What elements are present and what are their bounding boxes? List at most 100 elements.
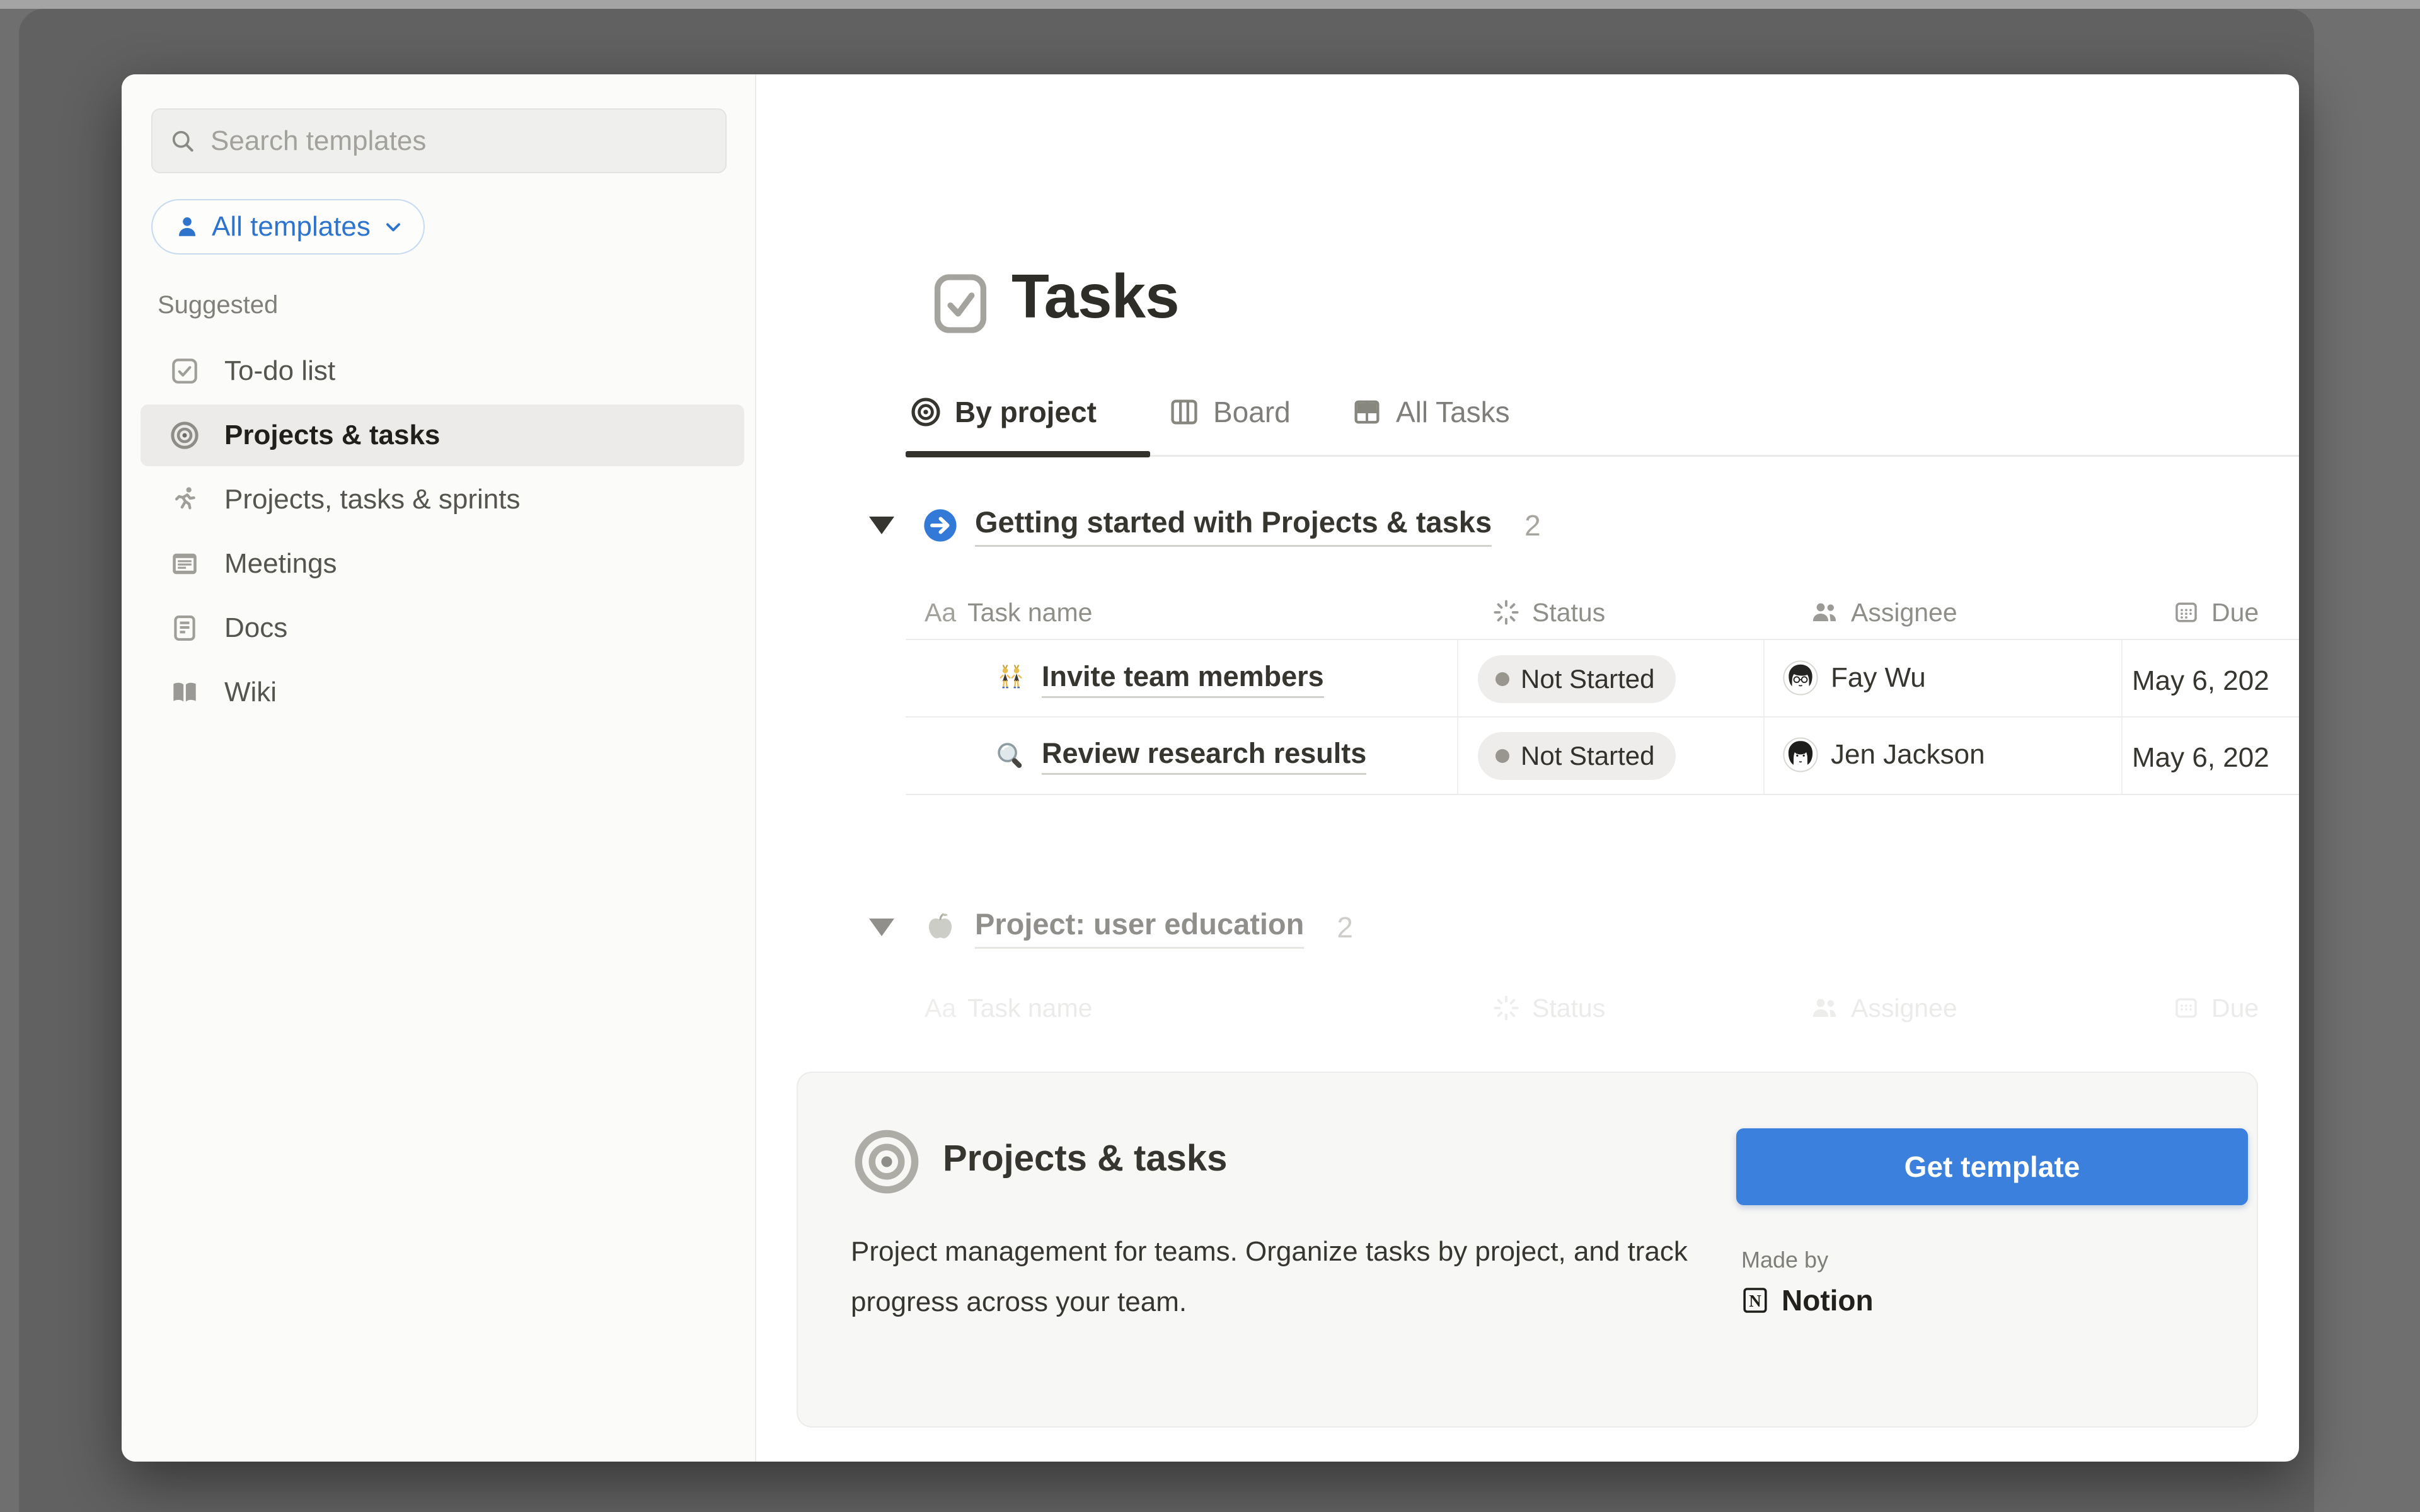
column-header-due[interactable]: Due [2172,586,2259,639]
sidebar-item-docs[interactable]: Docs [141,597,744,659]
apple-emoji-icon [922,909,959,946]
table-row-task-cell: Invite team members [994,655,1324,703]
column-header-due[interactable]: Due [2172,982,2259,1034]
sidebar-item-wiki[interactable]: Wiki [141,662,744,723]
group-count: 2 [1337,910,1353,944]
filter-label: All templates [212,211,371,243]
maker-name: Notion [1782,1283,1874,1317]
column-header-assignee[interactable]: Assignee [1809,982,1957,1034]
person-icon [174,214,200,240]
column-header-status[interactable]: Status [1492,586,1605,639]
tab-label: All Tasks [1396,395,1510,429]
active-tab-underline [906,451,1150,457]
sidebar-item-label: To-do list [224,355,335,387]
group-count: 2 [1524,508,1541,542]
sidebar-item-label: Wiki [224,677,277,708]
column-divider [2121,640,2123,795]
tab-board[interactable]: Board [1168,393,1291,431]
notion-logo-icon: N [1740,1285,1770,1315]
text-type-icon: Aa [925,598,956,627]
magnifier-emoji-icon [994,739,1028,773]
group-header-user-education: Project: user education 2 [869,903,1353,951]
template-card-description: Project management for teams. Organize t… [851,1227,1689,1327]
avatar [1783,737,1818,772]
template-info-card: Projects & tasks Project management for … [797,1072,2258,1428]
collapse-triangle-icon[interactable] [869,517,894,534]
spinner-icon [1492,994,1521,1022]
spinner-icon [1492,598,1521,627]
page-checkbox-icon [925,268,996,339]
blue-arrow-circle-icon [922,507,959,544]
all-templates-filter-button[interactable]: All templates [151,199,425,255]
board-columns-icon [1168,396,1201,428]
column-divider [1457,640,1458,795]
people-icon [1809,597,1840,627]
search-icon [169,127,197,155]
target-icon [909,396,942,428]
get-template-button[interactable]: Get template [1736,1128,2248,1205]
page-title: Tasks [1011,261,1179,332]
sidebar-item-projects-tasks-sprints[interactable]: Projects, tasks & sprints [141,469,744,530]
sidebar-item-label: Projects & tasks [224,420,440,451]
note-icon [169,548,200,580]
sidebar-item-projects-tasks[interactable]: Projects & tasks [141,404,744,466]
avatar [1783,660,1818,696]
assignee-cell[interactable]: Jen Jackson [1783,737,1985,772]
column-header-status[interactable]: Status [1492,982,1605,1034]
template-gallery-modal: All templates Suggested To-do list Proje… [122,74,2299,1462]
column-divider [1763,640,1765,795]
table-row-task-cell: Review research results [994,732,1366,780]
table-grid-icon [1351,396,1383,428]
sidebar-item-label: Docs [224,612,287,644]
group-title-link[interactable]: Project: user education [975,907,1304,949]
document-icon [169,612,200,644]
group-header-getting-started: Getting started with Projects & tasks 2 [869,501,1541,549]
sidebar-item-label: Meetings [224,548,337,580]
collapse-triangle-icon[interactable] [869,919,894,936]
column-header-task-name[interactable]: Aa Task name [925,982,1092,1034]
background-window-top-strip [0,0,2420,9]
search-input[interactable] [209,125,709,158]
calendar-icon [2172,994,2200,1022]
target-icon [169,420,200,451]
template-search-box[interactable] [151,108,727,173]
sidebar-item-label: Projects, tasks & sprints [224,484,520,515]
assignee-name: Fay Wu [1831,662,1926,694]
sidebar-section-label: Suggested [158,291,278,319]
made-by-label: Made by [1741,1247,1828,1273]
chevron-down-icon [382,215,405,238]
assignee-name: Jen Jackson [1831,739,1985,770]
status-badge[interactable]: Not Started [1478,732,1676,780]
maker-link[interactable]: N Notion [1740,1283,1874,1317]
table-header-divider [906,639,2299,640]
tab-by-project[interactable]: By project [909,393,1097,431]
task-name-link[interactable]: Review research results [1042,737,1366,775]
book-icon [169,677,200,708]
tab-label: By project [955,395,1097,429]
group-title-link[interactable]: Getting started with Projects & tasks [975,505,1492,547]
status-dot-icon [1495,749,1509,763]
people-icon [1809,993,1840,1023]
task-name-link[interactable]: Invite team members [1042,660,1324,698]
template-sidebar: All templates Suggested To-do list Proje… [122,74,756,1462]
due-date-cell[interactable]: May 6, 202 [2132,665,2299,697]
runner-icon [169,484,200,515]
sidebar-item-todo-list[interactable]: To-do list [141,340,744,402]
tab-label: Board [1213,395,1291,429]
dancers-emoji-icon [994,662,1028,696]
column-header-task-name[interactable]: Aa Task name [925,586,1092,639]
assignee-cell[interactable]: Fay Wu [1783,660,1926,696]
checkbox-icon [169,355,200,387]
row-divider [906,716,2299,718]
row-divider [906,794,2299,795]
target-icon [851,1126,923,1198]
due-date-cell[interactable]: May 6, 202 [2132,742,2299,774]
status-badge[interactable]: Not Started [1478,655,1676,703]
svg-text:N: N [1749,1292,1761,1310]
template-card-title: Projects & tasks [943,1137,1227,1179]
column-header-assignee[interactable]: Assignee [1809,586,1957,639]
tab-all-tasks[interactable]: All Tasks [1351,393,1510,431]
status-dot-icon [1495,672,1509,686]
calendar-icon [2172,598,2200,626]
sidebar-item-meetings[interactable]: Meetings [141,533,744,595]
